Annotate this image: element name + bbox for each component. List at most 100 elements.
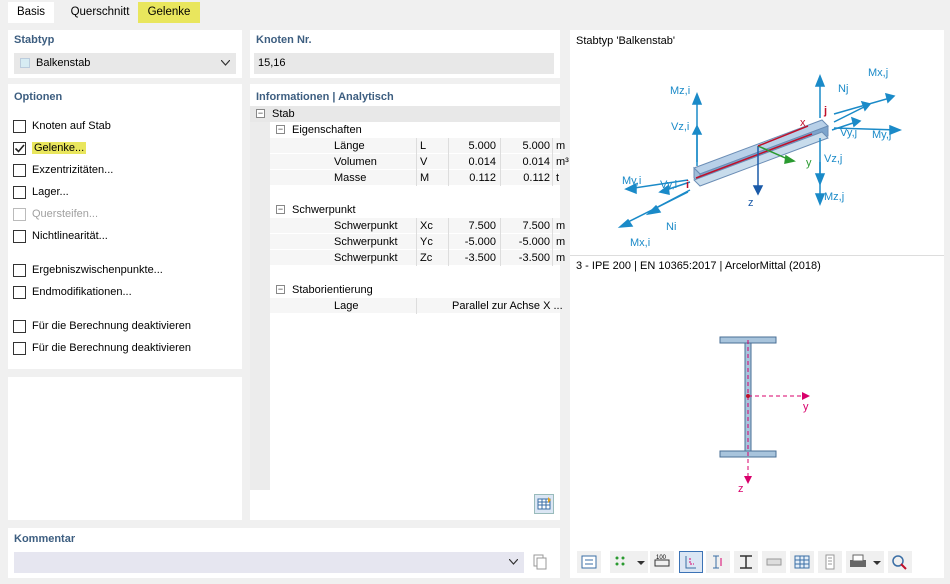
tab-basis[interactable]: Basis <box>8 2 54 23</box>
ibeam-icon <box>740 555 752 569</box>
collapse-icon[interactable]: − <box>256 109 265 118</box>
print-button[interactable] <box>846 551 884 573</box>
dimension-button[interactable]: 100 <box>650 551 674 573</box>
option-row-1[interactable]: Gelenke... <box>8 140 238 158</box>
collapse-icon[interactable]: − <box>276 285 285 294</box>
tree-data-row: Masse M 0.112 0.112 t <box>270 170 560 186</box>
checked-checkbox[interactable] <box>13 142 26 155</box>
kommentar-copy-button[interactable] <box>530 552 552 573</box>
close-search-icon <box>892 555 907 570</box>
prop-unit: t <box>556 172 560 184</box>
prop-unit: m <box>556 140 566 152</box>
reset-view-button[interactable] <box>888 551 912 573</box>
section-z-label: z <box>738 483 744 495</box>
label-j: j <box>823 105 827 117</box>
tree-root-label: Stab <box>272 108 295 120</box>
section-dimension-button[interactable] <box>762 551 786 573</box>
option-row-6[interactable]: Ergebniszwischenpunkte... <box>8 262 238 280</box>
cross-section-diagram: y z <box>719 336 810 495</box>
points-display-button[interactable] <box>610 551 648 573</box>
prop-value-2: 7.500 <box>522 220 550 232</box>
option-row-4: Quersteifen... <box>8 206 238 224</box>
option-row-0[interactable]: Knoten auf Stab <box>8 118 238 136</box>
label-x: x <box>800 117 806 129</box>
kommentar-field[interactable] <box>14 552 524 573</box>
prop-value-2: -3.500 <box>518 252 550 264</box>
prop-symbol: M <box>420 172 430 184</box>
label-mxj: Mx,j <box>868 67 888 79</box>
tree-group-sch: − Schwerpunkt <box>250 202 540 218</box>
blank-panel <box>8 377 242 520</box>
preview-panel: Stabtyp 'Balkenstab' Mz,i Vz,i My,i Vy,i… <box>570 30 944 578</box>
tab-gelenke[interactable]: Gelenke <box>138 2 200 23</box>
prop-unit: m <box>556 220 566 232</box>
tree-data-row: Länge L 5.000 5.000 m <box>270 138 565 154</box>
checkbox <box>13 208 26 221</box>
prop-symbol: Xc <box>420 220 433 232</box>
stabtyp-title: Stabtyp <box>14 34 55 46</box>
stabtyp-select[interactable]: Balkenstab <box>14 53 236 74</box>
info-title: Informationen | Analytisch <box>256 91 394 103</box>
printer-icon <box>850 554 881 567</box>
checkbox[interactable] <box>13 164 26 177</box>
checkbox[interactable] <box>13 230 26 243</box>
section-y-label: y <box>803 401 809 413</box>
prop-name: Schwerpunkt <box>334 252 398 264</box>
prop-value-1: -3.500 <box>464 252 496 264</box>
knoten-value: 15,16 <box>258 57 286 69</box>
knoten-panel: Knoten Nr. 15,16 <box>250 30 560 78</box>
axes-button[interactable] <box>679 551 703 573</box>
collapse-icon[interactable]: − <box>276 205 285 214</box>
kommentar-panel: Kommentar <box>8 528 560 578</box>
checkbox[interactable] <box>13 342 26 355</box>
option-row-9[interactable]: Für die Berechnung deaktivieren <box>8 340 238 358</box>
knoten-field[interactable]: 15,16 <box>254 53 554 74</box>
option-label: Ergebniszwischenpunkte... <box>32 264 163 276</box>
label-vzi: Vz,i <box>671 121 689 133</box>
table-export-button[interactable] <box>534 494 554 514</box>
option-row-3[interactable]: Lager... <box>8 184 238 202</box>
tab-bar: Basis Querschnitt Gelenke <box>0 0 950 24</box>
stabtyp-value: Balkenstab <box>36 57 91 69</box>
chevron-down-icon <box>509 559 518 565</box>
prop-value-1: 5.000 <box>468 140 496 152</box>
option-label: Quersteifen... <box>32 208 99 220</box>
checkbox[interactable] <box>13 186 26 199</box>
option-label: Nichtlinearität... <box>32 230 108 242</box>
label-z: z <box>748 197 754 209</box>
option-row-2[interactable]: Exzentrizitäten... <box>8 162 238 180</box>
prop-value-1: 0.112 <box>469 172 496 184</box>
label-y: y <box>806 157 812 169</box>
view-rotate-button[interactable] <box>577 551 601 573</box>
label-vyj: Vy,j <box>840 127 857 139</box>
checkbox[interactable] <box>13 264 26 277</box>
option-label: Exzentrizitäten... <box>32 164 114 176</box>
option-row-8[interactable]: Für die Berechnung deaktivieren <box>8 318 238 336</box>
option-row-7[interactable]: Endmodifikationen... <box>8 284 238 302</box>
tab-querschnitt[interactable]: Querschnitt <box>62 2 138 23</box>
checkbox[interactable] <box>13 320 26 333</box>
tree-data-row: Schwerpunkt Zc -3.500 -3.500 m <box>270 250 565 266</box>
prop-name: Schwerpunkt <box>334 236 398 248</box>
kommentar-title: Kommentar <box>14 533 76 545</box>
section-table-button[interactable] <box>790 551 814 573</box>
section-list-button[interactable] <box>818 551 842 573</box>
prop-value-1: 0.014 <box>468 156 496 168</box>
label-i: i <box>686 179 689 191</box>
grid-points-icon <box>615 556 645 566</box>
section-axes-button[interactable] <box>706 551 730 573</box>
tree-group-label: Eigenschaften <box>292 124 362 136</box>
option-label: Für die Berechnung deaktivieren <box>32 342 191 354</box>
prop-name: Volumen <box>334 156 377 168</box>
svg-text:100: 100 <box>656 555 667 561</box>
checkbox[interactable] <box>13 120 26 133</box>
section-shape-button[interactable] <box>734 551 758 573</box>
label-nj: Nj <box>838 83 848 95</box>
prop-symbol: L <box>420 140 427 152</box>
label-myj: My,j <box>872 129 891 141</box>
collapse-icon[interactable]: − <box>276 125 285 134</box>
option-row-5[interactable]: Nichtlinearität... <box>8 228 238 246</box>
checkbox[interactable] <box>13 286 26 299</box>
prop-name: Masse <box>334 172 367 184</box>
tree-group-ori: − Staborientierung <box>250 282 540 298</box>
